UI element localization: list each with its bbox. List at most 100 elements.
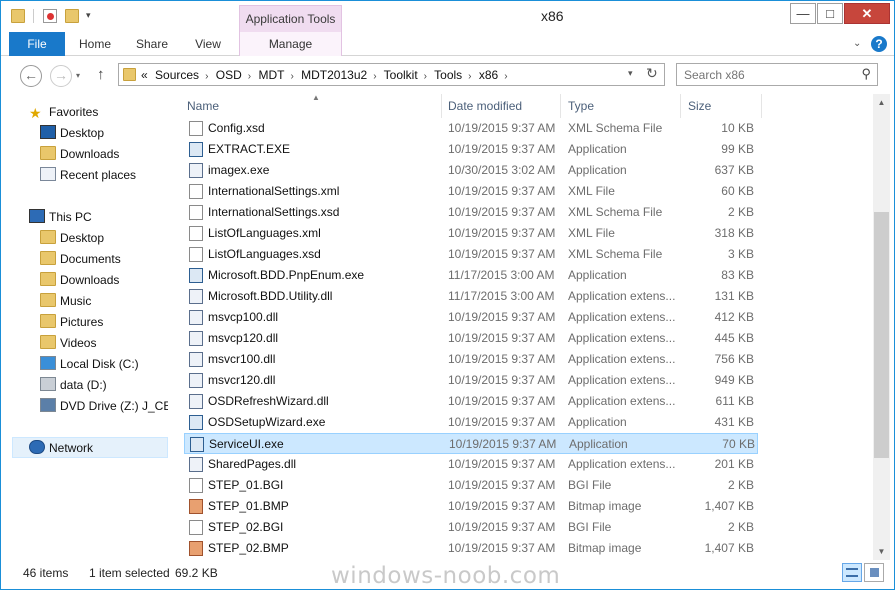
star-icon: ★ (29, 105, 42, 121)
help-icon[interactable]: ? (871, 36, 887, 52)
column-header-date[interactable]: Date modified (441, 94, 561, 118)
tab-file[interactable]: File (9, 32, 65, 56)
nav-recent-places[interactable]: Recent places (40, 165, 136, 186)
nav-dvd-drive-z[interactable]: DVD Drive (Z:) J_CEN (40, 396, 168, 417)
file-row[interactable]: msvcr120.dll 10/19/2015 9:37 AM Applicatio… (184, 370, 758, 391)
address-dropdown-icon[interactable]: ▾ (628, 68, 633, 79)
file-row[interactable]: imagex.exe 10/30/2015 3:02 AM Application 6… (184, 160, 758, 181)
nav-local-disk-c[interactable]: Local Disk (C:) (40, 354, 139, 375)
file-row[interactable]: ListOfLanguages.xsd 10/19/2015 9:37 AM XML… (184, 244, 758, 265)
back-button[interactable]: ← (20, 65, 42, 87)
crumb-tools[interactable]: Tools (434, 68, 462, 82)
file-row[interactable]: SharedPages.dll 10/19/2015 9:37 AM Applica… (184, 454, 758, 475)
column-header-size[interactable]: Size (681, 94, 762, 118)
search-input[interactable] (677, 64, 847, 85)
file-type: Application (569, 437, 628, 451)
file-row[interactable]: ServiceUI.exe 10/19/2015 9:37 AM Applicati… (184, 433, 758, 454)
tab-home[interactable]: Home (73, 32, 117, 56)
file-size: 99 KB (721, 142, 754, 156)
tab-manage[interactable]: Manage (239, 32, 342, 56)
file-type: Application extens... (568, 352, 676, 366)
maximize-button[interactable]: □ (817, 3, 843, 24)
scroll-thumb[interactable] (874, 212, 889, 458)
column-header-name[interactable]: Name ▲ (180, 94, 442, 118)
selection-size: 69.2 KB (175, 566, 218, 580)
file-row[interactable]: Microsoft.BDD.Utility.dll 11/17/2015 3:00… (184, 286, 758, 307)
file-row[interactable]: OSDRefreshWizard.dll 10/19/2015 9:37 AM Ap… (184, 391, 758, 412)
crumb-sources[interactable]: Sources (155, 68, 199, 82)
address-row: ← → ▾ ↑ « Sources › OSD › MDT › MDT2013u2 › … (1, 57, 894, 93)
file-name: STEP_02.BMP (208, 541, 289, 555)
file-row[interactable]: STEP_02.BGI 10/19/2015 9:37 AM BGI File 2 K… (184, 517, 758, 538)
file-row[interactable]: OSDSetupWizard.exe 10/19/2015 9:37 AM Appl… (184, 412, 758, 433)
collapse-ribbon-icon[interactable]: ⌄ (853, 38, 861, 49)
file-date: 10/30/2015 3:02 AM (448, 163, 556, 177)
properties-icon[interactable] (43, 9, 57, 23)
scroll-down-icon[interactable]: ▼ (873, 543, 890, 560)
window-title: x86 (541, 8, 564, 24)
file-row[interactable]: msvcp120.dll 10/19/2015 9:37 AM Applicatio… (184, 328, 758, 349)
large-icons-view-button[interactable] (864, 563, 884, 582)
file-row[interactable]: Microsoft.BDD.PnpEnum.exe 11/17/2015 3:00… (184, 265, 758, 286)
file-row[interactable]: Config.xsd 10/19/2015 9:37 AM XML Schema F… (184, 118, 758, 139)
file-row[interactable]: msvcr100.dll 10/19/2015 9:37 AM Applicatio… (184, 349, 758, 370)
crumb-mdt[interactable]: MDT (258, 68, 284, 82)
recent-locations-icon[interactable]: ▾ (76, 71, 80, 80)
app-file-icon (190, 437, 204, 452)
doc-file-icon (189, 478, 203, 493)
file-date: 10/19/2015 9:37 AM (448, 373, 556, 387)
search-box[interactable]: ⚲ (676, 63, 878, 86)
nav-favorites[interactable]: ★ Favorites (29, 102, 98, 123)
crumb-x86[interactable]: x86 (479, 68, 498, 82)
nav-favorites-desktop[interactable]: Desktop (40, 123, 104, 144)
file-row[interactable]: ListOfLanguages.xml 10/19/2015 9:37 AM XML… (184, 223, 758, 244)
crumb-mdt2013u2[interactable]: MDT2013u2 (301, 68, 367, 82)
crumb-osd[interactable]: OSD (216, 68, 242, 82)
nav-favorites-downloads[interactable]: Downloads (40, 144, 119, 165)
file-size: 756 KB (714, 352, 754, 366)
tab-view[interactable]: View (187, 32, 229, 56)
scroll-up-icon[interactable]: ▲ (873, 94, 890, 111)
search-icon[interactable]: ⚲ (861, 66, 871, 82)
nav-pc-pictures[interactable]: Pictures (40, 312, 103, 333)
new-folder-icon[interactable] (65, 9, 79, 23)
file-row[interactable]: InternationalSettings.xsd 10/19/2015 9:37… (184, 202, 758, 223)
nav-pc-videos[interactable]: Videos (40, 333, 96, 354)
title-bar: ▾ Application Tools x86 — □ ✕ (1, 1, 894, 32)
nav-data-d[interactable]: data (D:) (40, 375, 107, 396)
refresh-icon[interactable]: ↻ (646, 65, 658, 82)
file-size: 83 KB (721, 268, 754, 282)
file-row[interactable]: STEP_02.BMP 10/19/2015 9:37 AM Bitmap imag… (184, 538, 758, 559)
file-name: msvcp120.dll (208, 331, 279, 345)
minimize-button[interactable]: — (790, 3, 816, 24)
nav-pc-downloads[interactable]: Downloads (40, 270, 119, 291)
nav-pc-desktop[interactable]: Desktop (40, 228, 104, 249)
tab-share[interactable]: Share (129, 32, 175, 56)
address-bar[interactable]: « Sources › OSD › MDT › MDT2013u2 › Toolkit ›… (118, 63, 665, 86)
file-type: Application extens... (568, 331, 676, 345)
nav-network[interactable]: Network (12, 437, 168, 458)
up-button[interactable]: ↑ (97, 66, 105, 83)
nav-pc-documents[interactable]: Documents (40, 249, 121, 270)
file-row[interactable]: EXTRACT.EXE 10/19/2015 9:37 AM Application… (184, 139, 758, 160)
file-type: BGI File (568, 520, 612, 534)
breadcrumb-overflow[interactable]: « (141, 68, 148, 82)
file-row[interactable]: InternationalSettings.xml 10/19/2015 9:37… (184, 181, 758, 202)
column-header-type[interactable]: Type (561, 94, 681, 118)
file-row[interactable]: msvcp100.dll 10/19/2015 9:37 AM Applicatio… (184, 307, 758, 328)
file-date: 10/19/2015 9:37 AM (448, 247, 556, 261)
file-row[interactable]: STEP_01.BGI 10/19/2015 9:37 AM BGI File 2 K… (184, 475, 758, 496)
details-view-button[interactable] (842, 563, 862, 582)
vertical-scrollbar[interactable]: ▲ ▼ (873, 94, 890, 560)
file-size: 431 KB (714, 415, 754, 429)
close-button[interactable]: ✕ (844, 3, 890, 24)
crumb-toolkit[interactable]: Toolkit (384, 68, 418, 82)
file-type: XML Schema File (568, 121, 663, 135)
customize-toolbar-icon[interactable]: ▾ (86, 10, 100, 24)
file-row[interactable]: STEP_01.BMP 10/19/2015 9:37 AM Bitmap imag… (184, 496, 758, 517)
forward-button[interactable]: → (50, 65, 72, 87)
nav-pc-music[interactable]: Music (40, 291, 91, 312)
nav-this-pc[interactable]: This PC (29, 207, 92, 228)
file-date: 11/17/2015 3:00 AM (448, 289, 555, 303)
file-list: Name ▲ Date modified Type Size Config.xs… (172, 94, 872, 560)
